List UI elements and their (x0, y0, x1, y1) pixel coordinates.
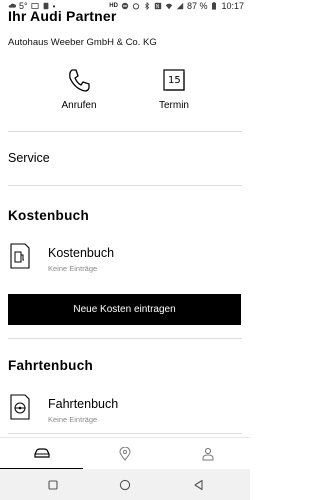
cost-book-card-title[interactable]: Kostenbuch (48, 246, 114, 260)
bluetooth-icon (145, 2, 150, 10)
system-nav-bar (0, 469, 250, 500)
phone-icon (69, 69, 90, 92)
car-icon (33, 448, 50, 458)
calendar-icon: 15 (163, 69, 185, 91)
cost-book-card-sub: Keine Einträge (48, 264, 98, 273)
trip-book-heading: Fahrtenbuch (8, 358, 94, 373)
back-button[interactable] (190, 477, 206, 493)
back-triangle-icon (193, 479, 203, 491)
calendar-day: 15 (168, 75, 181, 86)
page-title: Ihr Audi Partner (8, 8, 117, 24)
service-link[interactable]: Service (8, 151, 50, 165)
nfc-icon: N (154, 2, 162, 10)
divider (8, 338, 242, 339)
trip-book-card-sub: Keine Einträge (48, 415, 98, 424)
dealer-name: Autohaus Weeber GmbH & Co. KG (8, 37, 157, 48)
call-button[interactable]: Anrufen (49, 66, 109, 111)
cost-book-heading: Kostenbuch (8, 208, 90, 223)
battery-icon (212, 2, 217, 10)
battery-percent: 87 % (186, 1, 208, 11)
divider (8, 433, 242, 434)
svg-text:N: N (156, 4, 160, 10)
tab-vehicle[interactable] (0, 438, 83, 470)
divider (8, 131, 242, 132)
person-icon (202, 447, 213, 461)
clock: 10:17 (221, 1, 244, 11)
recents-square-icon (48, 480, 58, 490)
do-not-disturb-icon (121, 2, 129, 10)
appointment-button[interactable]: 15 Termin (144, 66, 204, 111)
tab-profile[interactable] (166, 438, 249, 470)
wifi-icon (165, 3, 173, 10)
home-circle-icon (119, 479, 131, 491)
alarm-icon (132, 3, 140, 10)
bottom-nav (0, 437, 250, 470)
tab-location[interactable] (83, 438, 166, 470)
location-pin-icon (118, 447, 131, 461)
add-cost-button[interactable]: Neue Kosten eintragen (8, 294, 241, 325)
call-label: Anrufen (61, 100, 97, 111)
appointment-label: Termin (158, 100, 189, 111)
home-button[interactable] (117, 477, 133, 493)
fuel-receipt-icon (10, 243, 30, 269)
steering-wheel-book-icon (10, 394, 30, 420)
trip-book-card-title[interactable]: Fahrtenbuch (48, 397, 118, 411)
signal-icon (176, 2, 184, 10)
divider (8, 185, 242, 186)
recents-button[interactable] (45, 477, 61, 493)
